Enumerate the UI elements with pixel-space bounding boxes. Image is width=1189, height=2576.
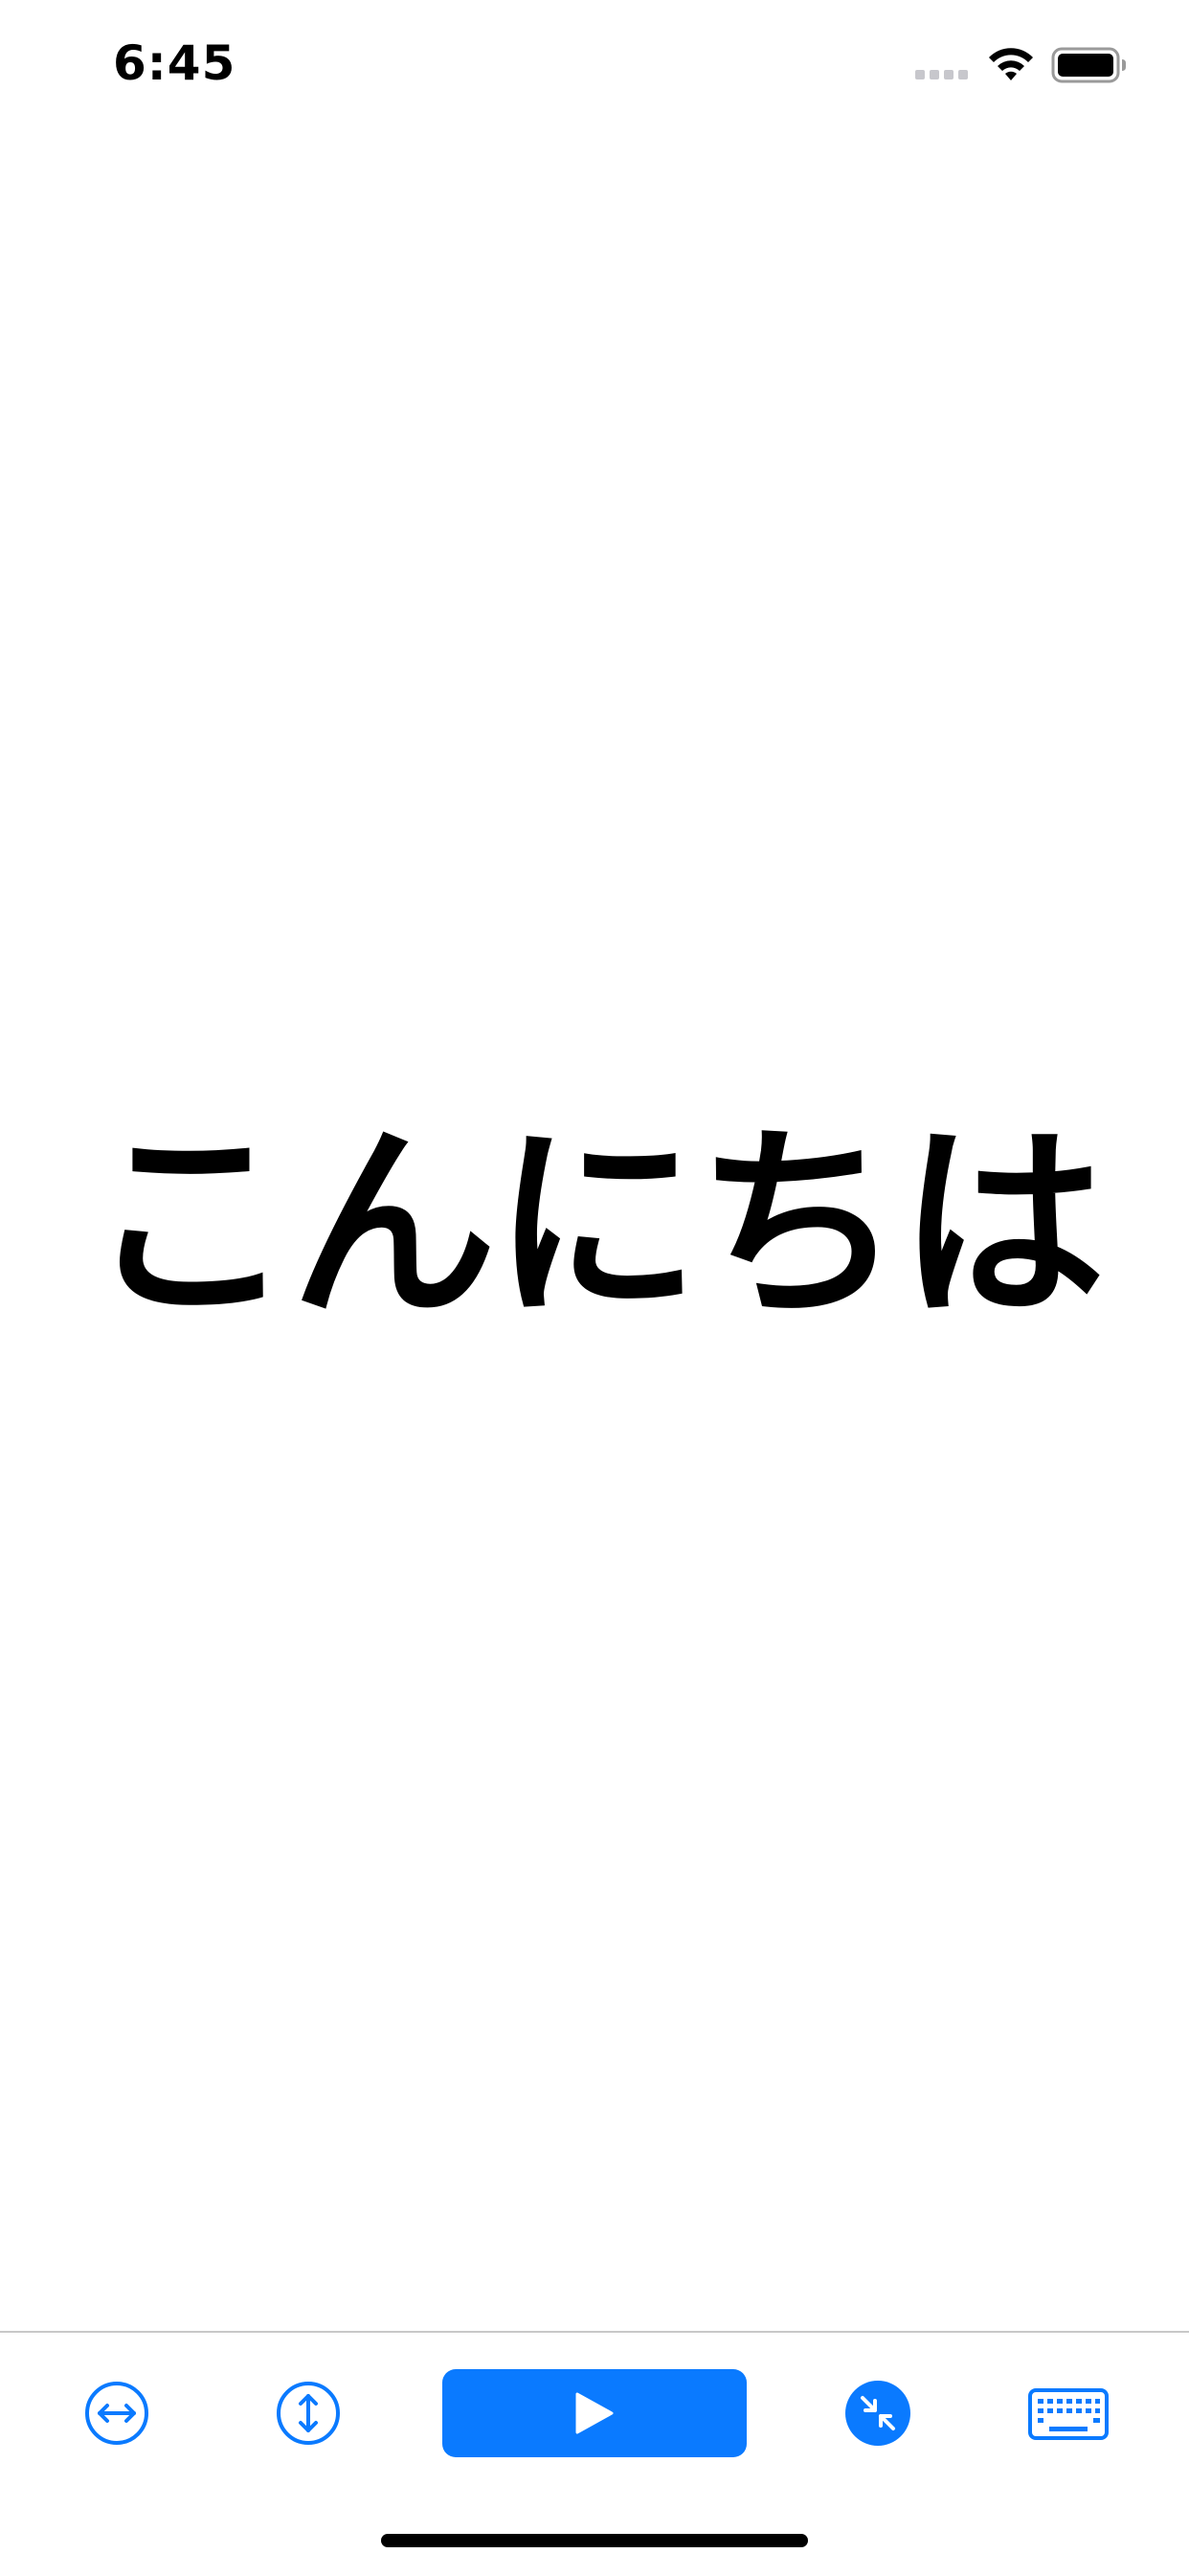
up-down-arrows-circle-icon (277, 2382, 340, 2445)
status-time: 6:45 (113, 35, 236, 91)
main-text: こんにちは (86, 1105, 1106, 1345)
keyboard-icon (1028, 2388, 1109, 2440)
wifi-icon (989, 48, 1033, 80)
left-right-arrows-circle-icon (85, 2382, 148, 2445)
collapse-button[interactable] (845, 2381, 910, 2446)
arrows-inward-circle-icon (861, 2396, 895, 2430)
battery-icon (1051, 47, 1126, 83)
play-icon (575, 2392, 614, 2434)
horizontal-stretch-button[interactable] (84, 2381, 149, 2446)
status-bar: 6:45 (0, 0, 1189, 126)
play-button[interactable] (442, 2369, 747, 2457)
keyboard-button[interactable] (1028, 2388, 1109, 2440)
home-indicator (381, 2534, 808, 2547)
signal-dots-icon (915, 70, 968, 79)
vertical-stretch-button[interactable] (276, 2381, 341, 2446)
